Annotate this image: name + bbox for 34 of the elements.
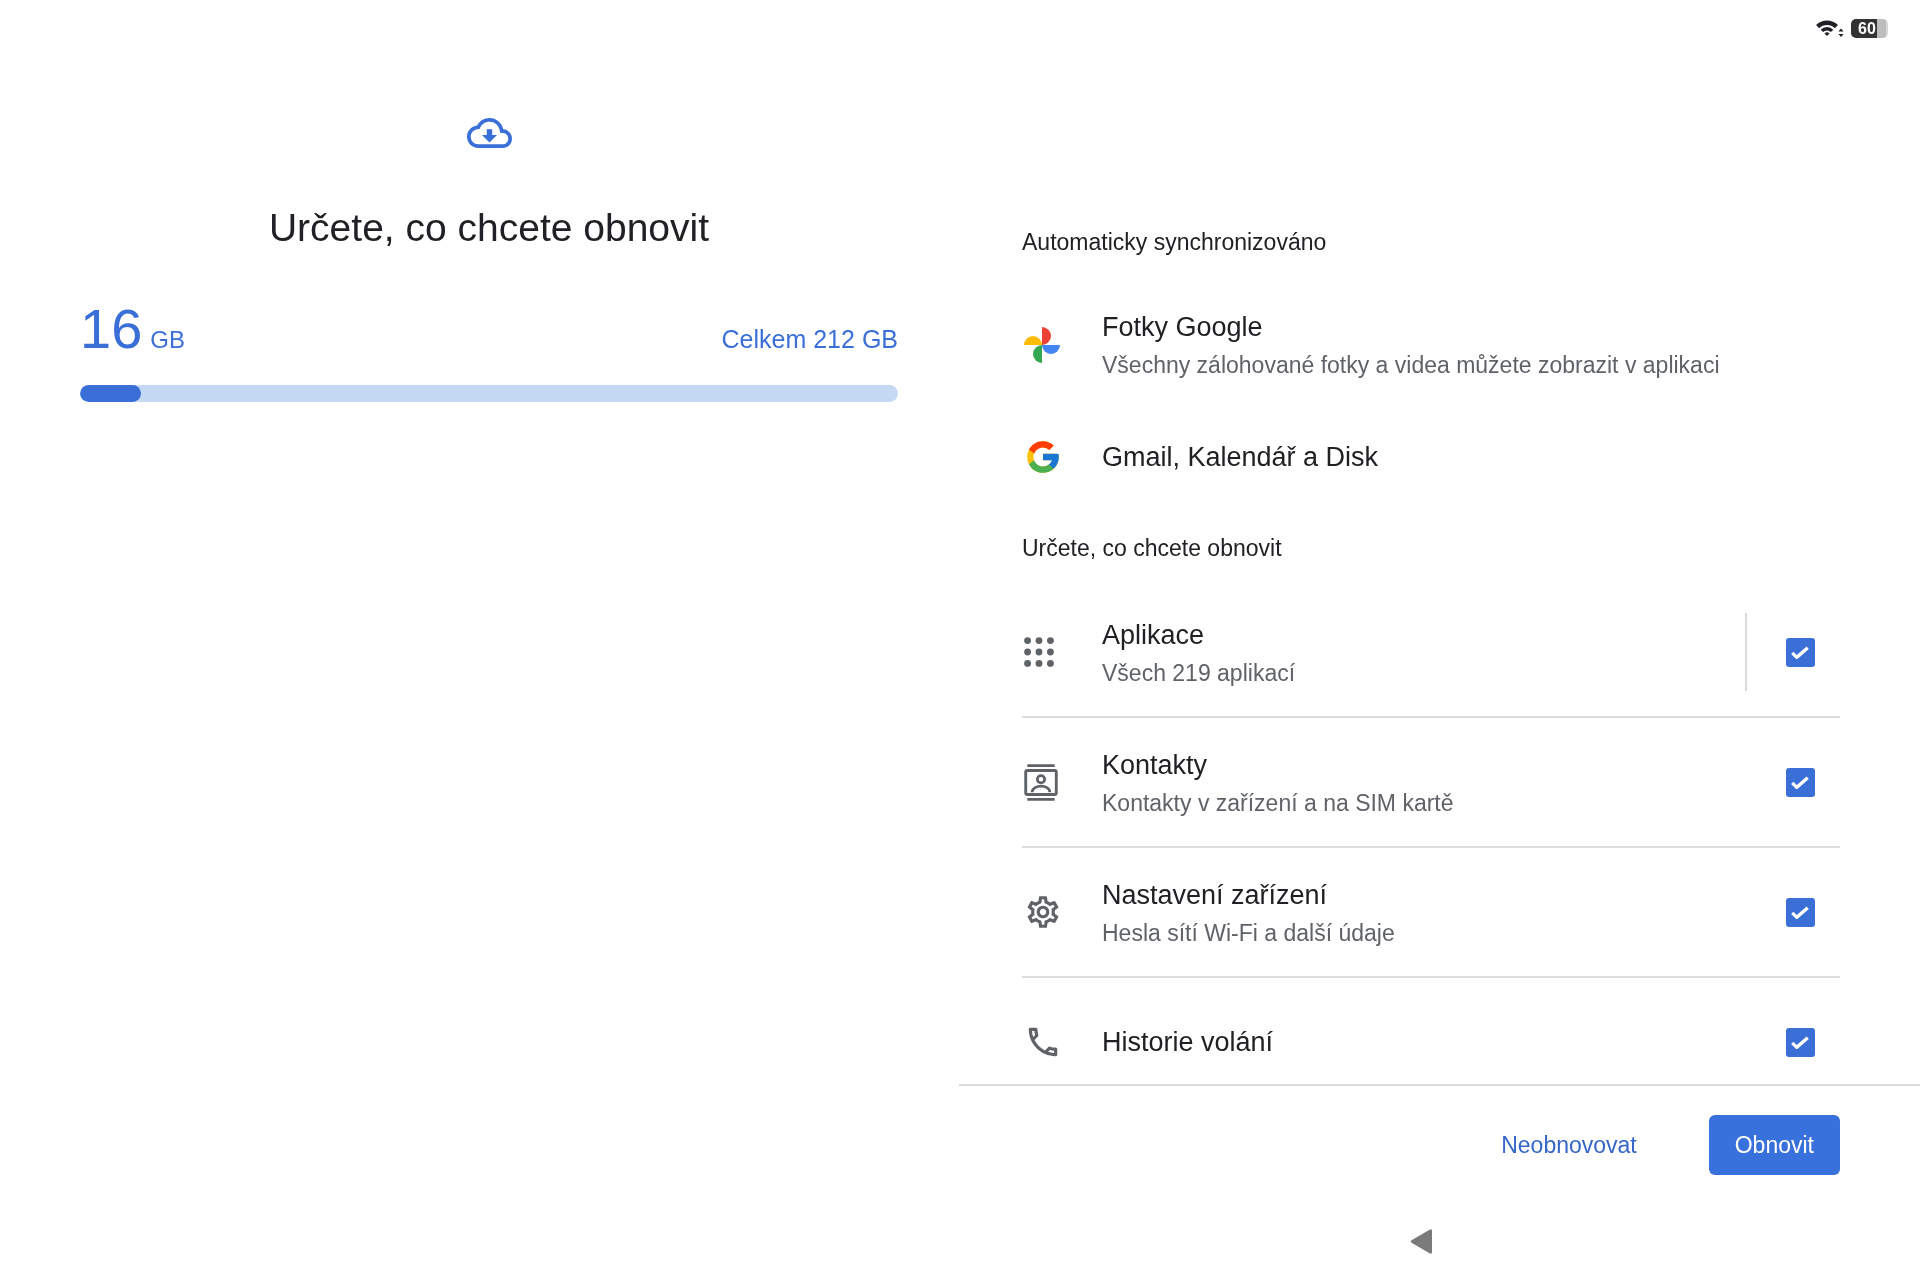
cloud-download-icon	[466, 118, 512, 148]
pinwheel-icon	[1024, 326, 1060, 363]
item-title: Kontakty	[1102, 748, 1208, 782]
checkmark-icon	[1791, 905, 1809, 919]
item-subtitle: Kontakty v zařízení a na SIM kartě	[1102, 788, 1454, 818]
section-heading: Automaticky synchronizováno	[1022, 228, 1327, 257]
grid-dots-icon	[1024, 637, 1054, 667]
checkbox[interactable]	[1785, 637, 1815, 667]
checkmark-icon	[1791, 1035, 1809, 1049]
item-title: Historie volání	[1102, 1026, 1274, 1059]
item-title: Aplikace	[1102, 618, 1205, 652]
item-subtitle: Všechny zálohované fotky a videa můžete zobrazit v aplikaci	[1102, 351, 1720, 380]
g-logo-icon	[1024, 438, 1062, 476]
item-title: Gmail, Kalendář a Disk	[1102, 441, 1379, 474]
dont-restore-button[interactable]: Neobnovovat	[1477, 1115, 1661, 1175]
storage-amount: 16	[80, 301, 143, 357]
storage-total: Celkem 212 GB	[721, 327, 898, 352]
battery-indicator: 60	[1851, 18, 1888, 38]
wifi-icon	[1816, 18, 1844, 38]
checkbox[interactable]	[1785, 767, 1815, 797]
contact-card-icon	[1024, 763, 1058, 801]
item-subtitle: Hesla sítí Wi-Fi a další údaje	[1102, 918, 1395, 948]
checkmark-icon	[1791, 645, 1809, 659]
item-title: Nastavení zařízení	[1102, 878, 1328, 912]
restore-button[interactable]: Obnovit	[1708, 1115, 1840, 1175]
storage-unit: GB	[150, 328, 185, 352]
checkbox[interactable]	[1785, 1027, 1815, 1057]
section-heading: Určete, co chcete obnovit	[1022, 534, 1282, 563]
back-icon[interactable]	[1410, 1227, 1432, 1255]
checkbox[interactable]	[1785, 897, 1815, 927]
page-title: Určete, co chcete obnovit	[268, 205, 710, 251]
item-subtitle: Všech 219 aplikací	[1102, 658, 1296, 688]
checkmark-icon	[1791, 775, 1809, 789]
item-title: Fotky Google	[1102, 311, 1263, 344]
